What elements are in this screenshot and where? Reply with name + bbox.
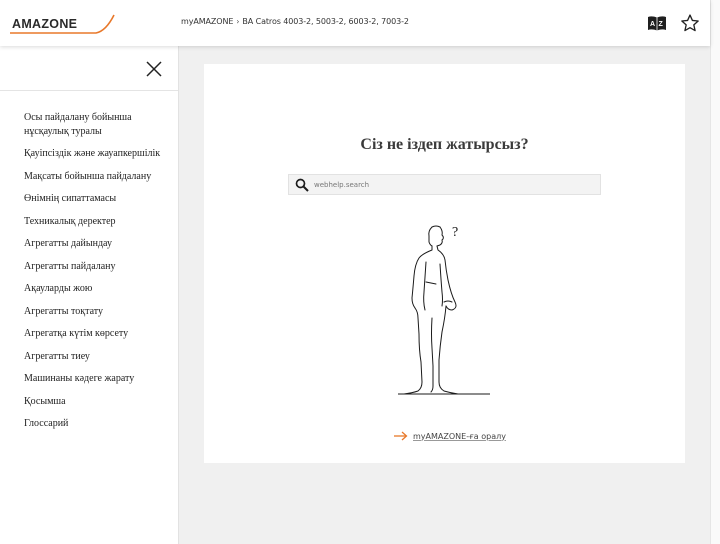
sidebar-item-product-description[interactable]: Өнімнің сипаттамасы	[24, 192, 170, 206]
sidebar-item-troubleshooting[interactable]: Ақауларды жою	[24, 282, 170, 296]
sidebar-nav: Осы пайдалану бойынша нұсқаулық туралы Қ…	[0, 91, 170, 431]
arrow-right-icon	[394, 431, 408, 441]
sidebar: Осы пайдалану бойынша нұсқаулық туралы Қ…	[0, 46, 179, 544]
amazone-logo-graphic: AMAZONE	[10, 14, 115, 34]
language-button[interactable]: A Z	[646, 13, 668, 33]
sidebar-item-technical-data[interactable]: Техникалық деректер	[24, 215, 170, 229]
sidebar-item-intended-use[interactable]: Мақсаты бойынша пайдалану	[24, 170, 170, 184]
sidebar-item-operating[interactable]: Агрегатты пайдалану	[24, 260, 170, 274]
logo-text: AMAZONE	[12, 17, 77, 31]
search-icon[interactable]	[295, 178, 309, 192]
sidebar-item-preparing[interactable]: Агрегатты дайындау	[24, 237, 170, 251]
breadcrumb-item-document[interactable]: BA Catros 4003-2, 5003-2, 6003-2, 7003-2	[242, 17, 409, 26]
star-outline-icon	[681, 14, 699, 32]
sidebar-item-safety[interactable]: Қауіпсіздік және жауапкершілік	[24, 147, 170, 161]
sidebar-item-about-manual[interactable]: Осы пайдалану бойынша нұсқаулық туралы	[24, 111, 170, 139]
page-scrollbar[interactable]	[710, 0, 720, 544]
back-to-myamazone-link[interactable]: myAMAZONE-ға оралу	[394, 431, 506, 441]
sidebar-item-loading[interactable]: Агрегатты тиеу	[24, 350, 170, 364]
search-box[interactable]	[288, 174, 601, 195]
sidebar-item-glossary[interactable]: Глоссарий	[24, 417, 170, 431]
breadcrumb: myAMAZONE › BA Catros 4003-2, 5003-2, 6003…	[181, 17, 409, 26]
svg-text:Z: Z	[659, 21, 664, 28]
sidebar-item-maintenance[interactable]: Агрегатқа күтім көрсету	[24, 327, 170, 341]
amazone-logo[interactable]: AMAZONE	[10, 12, 116, 36]
back-link-label[interactable]: myAMAZONE-ға оралу	[413, 432, 506, 441]
page-title: Сіз не іздеп жатырсыз?	[360, 136, 529, 153]
dictionary-az-icon: A Z	[648, 16, 666, 31]
thinking-man-illustration: ?	[398, 225, 490, 395]
sidebar-item-shutdown[interactable]: Агрегатты тоқтату	[24, 305, 170, 319]
breadcrumb-item-myamazone[interactable]: myAMAZONE	[181, 17, 233, 26]
close-sidebar-button[interactable]	[144, 59, 164, 79]
breadcrumb-separator: ›	[236, 17, 240, 26]
favorite-button[interactable]	[679, 13, 701, 33]
sidebar-header	[0, 46, 178, 91]
top-bar: AMAZONE myAMAZONE › BA Catros 4003-2, 5003…	[0, 0, 710, 46]
question-mark-glyph: ?	[452, 225, 458, 240]
close-icon	[146, 61, 162, 77]
svg-text:A: A	[650, 21, 655, 28]
sidebar-item-disposal[interactable]: Машинаны кәдеге жарату	[24, 372, 170, 386]
sidebar-item-appendix[interactable]: Қосымша	[24, 395, 170, 409]
search-input[interactable]	[314, 180, 584, 189]
search-panel: Сіз не іздеп жатырсыз? ? my	[204, 64, 685, 463]
